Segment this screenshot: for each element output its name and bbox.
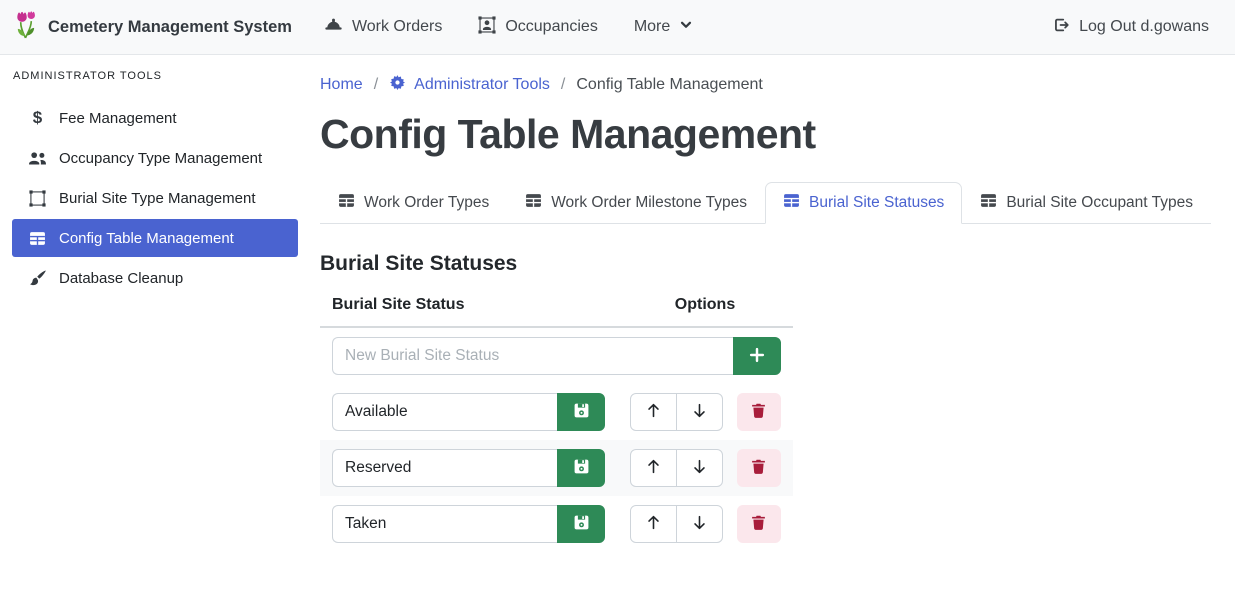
app-title: Cemetery Management System	[48, 18, 292, 37]
gear-icon	[389, 74, 406, 96]
trash-icon	[750, 458, 767, 478]
page-title: Config Table Management	[320, 111, 1211, 158]
nav-more[interactable]: More	[634, 18, 693, 37]
sidebar-item-label: Fee Management	[59, 110, 177, 127]
save-status-button[interactable]	[557, 449, 605, 487]
admin-sidebar: ADMINISTRATOR TOOLS $ Fee Management Occ…	[0, 55, 310, 299]
breadcrumb-separator: /	[561, 76, 565, 94]
reorder-button-group	[630, 449, 723, 487]
tab-label: Burial Site Statuses	[809, 194, 944, 212]
arrow-up-icon	[645, 458, 662, 478]
tab-work-order-milestone-types[interactable]: Work Order Milestone Types	[507, 182, 765, 224]
burial-site-statuses-table: Burial Site Status Options	[320, 288, 793, 552]
section-heading: Burial Site Statuses	[320, 252, 1211, 276]
sidebar-item-label: Occupancy Type Management	[59, 150, 262, 167]
hard-hat-icon	[324, 15, 343, 39]
tab-work-order-types[interactable]: Work Order Types	[320, 182, 507, 224]
sidebar-item-occupancy-type-management[interactable]: Occupancy Type Management	[12, 139, 298, 177]
trash-icon	[750, 402, 767, 422]
nav-work-orders-label: Work Orders	[352, 18, 442, 36]
new-status-input[interactable]	[332, 337, 733, 375]
app-brand[interactable]: Cemetery Management System	[13, 9, 292, 45]
tab-label: Work Order Milestone Types	[551, 194, 747, 212]
top-navbar: Cemetery Management System Work Orders O	[0, 0, 1235, 55]
reorder-button-group	[630, 393, 723, 431]
tab-burial-site-statuses[interactable]: Burial Site Statuses	[765, 182, 962, 224]
sidebar-heading: ADMINISTRATOR TOOLS	[13, 70, 298, 82]
box-arrow-right-icon	[1052, 16, 1070, 39]
sidebar-item-label: Config Table Management	[59, 230, 234, 247]
arrow-down-icon	[691, 458, 708, 478]
sidebar-item-fee-management[interactable]: $ Fee Management	[12, 99, 298, 137]
status-input[interactable]	[332, 393, 557, 431]
table-icon	[980, 192, 997, 214]
delete-status-button[interactable]	[737, 449, 781, 487]
sidebar-item-config-table-management[interactable]: Config Table Management	[12, 219, 298, 257]
add-status-button[interactable]	[733, 337, 781, 375]
tab-burial-site-occupant-types[interactable]: Burial Site Occupant Types	[962, 182, 1211, 224]
move-down-button[interactable]	[676, 393, 723, 431]
tab-label: Work Order Types	[364, 194, 489, 212]
brush-icon	[28, 269, 47, 287]
config-tabs: Work Order Types Work Order Milestone Ty…	[320, 182, 1211, 224]
sidebar-item-database-cleanup[interactable]: Database Cleanup	[12, 259, 298, 297]
status-row-taken	[320, 496, 793, 552]
nav-work-orders[interactable]: Work Orders	[324, 15, 442, 39]
save-icon	[573, 514, 590, 534]
move-up-button[interactable]	[630, 393, 677, 431]
dollar-icon: $	[28, 108, 47, 128]
delete-status-button[interactable]	[737, 393, 781, 431]
status-row-reserved	[320, 440, 793, 496]
move-up-button[interactable]	[630, 449, 677, 487]
plus-icon	[748, 346, 766, 367]
save-icon	[573, 402, 590, 422]
breadcrumb-current: Config Table Management	[576, 76, 763, 94]
arrow-down-icon	[691, 402, 708, 422]
main-content: Home / Administrator Tools / Config Tabl…	[310, 55, 1235, 552]
table-icon	[525, 192, 542, 214]
save-status-button[interactable]	[557, 505, 605, 543]
tulip-logo-icon	[13, 9, 38, 45]
arrow-up-icon	[645, 514, 662, 534]
table-icon	[28, 230, 47, 247]
move-down-button[interactable]	[676, 505, 723, 543]
breadcrumb-separator: /	[374, 76, 378, 94]
nav-more-label: More	[634, 18, 670, 36]
arrow-up-icon	[645, 402, 662, 422]
delete-status-button[interactable]	[737, 505, 781, 543]
breadcrumb-home-link[interactable]: Home	[320, 76, 363, 94]
status-row-available	[320, 384, 793, 440]
breadcrumb-admin-tools-link[interactable]: Administrator Tools	[389, 74, 550, 96]
save-status-button[interactable]	[557, 393, 605, 431]
column-header-status: Burial Site Status	[320, 288, 617, 327]
status-input[interactable]	[332, 505, 557, 543]
breadcrumb: Home / Administrator Tools / Config Tabl…	[320, 74, 1211, 96]
column-header-options: Options	[617, 288, 793, 327]
sidebar-item-burial-site-type-management[interactable]: Burial Site Type Management	[12, 179, 298, 217]
move-down-button[interactable]	[676, 449, 723, 487]
nav-occupancies-label: Occupancies	[505, 18, 598, 36]
arrow-down-icon	[691, 514, 708, 534]
sidebar-item-label: Burial Site Type Management	[59, 190, 256, 207]
trash-icon	[750, 514, 767, 534]
nav-occupancies[interactable]: Occupancies	[478, 16, 598, 39]
move-up-button[interactable]	[630, 505, 677, 543]
bounding-box-icon	[28, 190, 47, 207]
sidebar-item-label: Database Cleanup	[59, 270, 183, 287]
people-icon	[28, 149, 47, 168]
table-icon	[783, 192, 800, 214]
reorder-button-group	[630, 505, 723, 543]
table-icon	[338, 192, 355, 214]
person-bounding-box-icon	[478, 16, 496, 39]
chevron-down-icon	[679, 18, 693, 37]
logout-link[interactable]: Log Out d.gowans	[1052, 16, 1209, 39]
status-input[interactable]	[332, 449, 557, 487]
breadcrumb-admin-tools-label: Administrator Tools	[414, 76, 550, 94]
new-status-row	[320, 327, 793, 384]
logout-label: Log Out d.gowans	[1079, 18, 1209, 36]
save-icon	[573, 458, 590, 478]
tab-label: Burial Site Occupant Types	[1006, 194, 1193, 212]
